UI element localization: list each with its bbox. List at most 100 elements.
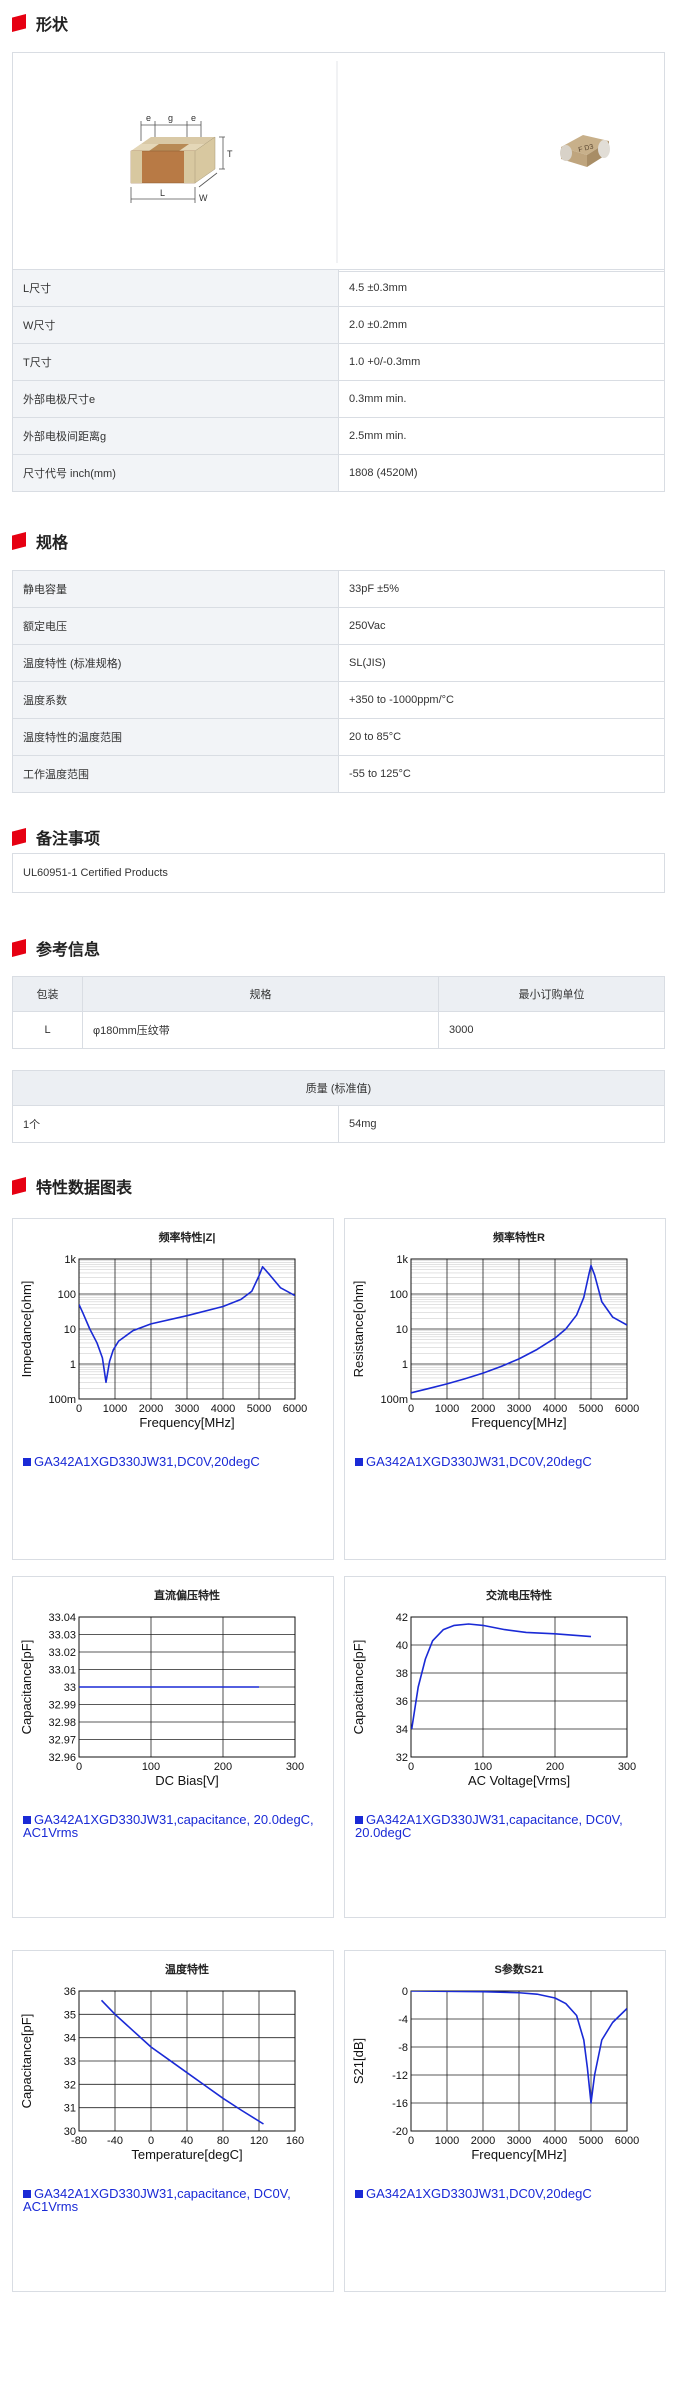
y-tick-label: 34 [64,2033,76,2045]
y-tick-label: 31 [64,2103,76,2115]
y-tick-label: 30 [64,2126,76,2138]
dimension-row: T尺寸 1.0 +0/-0.3mm [12,343,665,381]
y-tick-label: 10 [64,1324,76,1336]
y-axis-label: Impedance[ohm] [19,1281,34,1378]
chart-panel: 频率特性R 0 1000 2000 3000 4000 5000 6000 100m 1 10 100… [344,1218,666,1560]
y-tick-label: 1k [396,1254,408,1266]
x-tick-label: 2000 [471,1403,495,1415]
y-axis-label: S21[dB] [351,2038,366,2084]
x-tick-label: 0 [408,2135,414,2147]
y-tick-label: 33.01 [48,1665,76,1677]
mass-header: 质量 (标准值) [12,1070,665,1106]
chart-legend: GA342A1XGD330JW31,DC0V,20degC [355,1455,655,1468]
dimension-value: 1.0 +0/-0.3mm [338,343,665,381]
chip-photo: F D3 [560,135,610,167]
legend-text: GA342A1XGD330JW31,capacitance, 20.0degC,… [23,1812,314,1840]
y-tick-label: 36 [64,1986,76,1998]
section-title: 规格 [36,535,69,552]
x-tick-label: 160 [286,2135,304,2147]
spec-key: 温度特性的温度范围 [12,718,339,756]
dimension-key: 外部电极间距离g [12,417,339,455]
section-title: 形状 [36,17,69,34]
spec-row: 额定电压 250Vac [12,607,665,645]
spec-row: 温度特性的温度范围 20 to 85°C [12,718,665,756]
y-tick-label: -8 [398,2042,408,2054]
x-tick-label: 100 [474,1761,492,1773]
dimension-key: 尺寸代号 inch(mm) [12,454,339,492]
series-line [411,1623,592,1730]
chart-title: 频率特性R [493,1230,545,1244]
y-axis-label: Capacitance[pF] [19,2014,34,2109]
dimension-row: 外部电极间距离g 2.5mm min. [12,417,665,455]
spec-header: 规格 [82,976,439,1012]
spec-key: 工作温度范围 [12,755,339,793]
y-tick-label: 32.97 [48,1735,76,1747]
y-tick-label: 42 [396,1612,408,1624]
y-tick-label: 33.04 [48,1612,76,1624]
dimension-value: 2.5mm min. [338,417,665,455]
chart-legend: GA342A1XGD330JW31,DC0V,20degC [355,2187,655,2200]
spec-value: 20 to 85°C [338,718,665,756]
dim-e-right: e [191,113,196,123]
spec-value: -55 to 125°C [338,755,665,793]
moq-cell: 3000 [438,1011,665,1049]
dimension-value: 2.0 ±0.2mm [338,306,665,344]
y-tick-label: 10 [396,1324,408,1336]
x-tick-label: 120 [250,2135,268,2147]
y-tick-label: 100 [58,1289,76,1301]
chart-legend: GA342A1XGD330JW31,capacitance, DC0V, 20.… [355,1813,655,1839]
section-header-remarks: 备注事项 [12,826,100,848]
y-tick-label: 1k [64,1254,76,1266]
moq-header: 最小订购单位 [438,976,665,1012]
chart-title: S参数S21 [495,1962,544,1976]
section-title: 参考信息 [36,942,101,959]
spec-value: +350 to -1000ppm/°C [338,681,665,719]
section-flag-icon [12,939,26,957]
spec-cell: φ180mm压纹带 [82,1011,439,1049]
y-axis-label: Resistance[ohm] [351,1281,366,1378]
x-tick-label: 1000 [435,1403,459,1415]
x-tick-label: 200 [546,1761,564,1773]
chart-title: 交流电压特性 [486,1588,552,1602]
y-tick-label: -20 [392,2126,408,2138]
dimension-row: L尺寸 4.5 ±0.3mm [12,269,665,307]
remarks-box: UL60951-1 Certified Products [12,853,665,893]
y-tick-label: 32.96 [48,1752,76,1764]
x-tick-label: 4000 [543,1403,567,1415]
mass-table: 质量 (标准值) 1个 54mg [12,1070,665,1143]
y-tick-label: 32 [64,2079,76,2091]
chart-svg: 交流电压特性 0 100 200 300 32 34 36 38 40 42 AC Voltage[V… [351,1588,636,1788]
y-tick-label: 33 [64,1682,76,1694]
mass-value-cell: 54mg [338,1105,665,1143]
dimension-key: T尺寸 [12,343,339,381]
y-tick-label: -12 [392,2070,408,2082]
x-axis-label: DC Bias[V] [155,1773,219,1788]
x-axis-label: Frequency[MHz] [471,2147,566,2162]
x-axis-label: Frequency[MHz] [471,1415,566,1430]
y-tick-label: 100m [380,1394,408,1406]
legend-text: GA342A1XGD330JW31,capacitance, DC0V, 20.… [355,1812,623,1840]
x-tick-label: 6000 [283,1403,307,1415]
dim-l: L [160,188,165,198]
spec-key: 温度系数 [12,681,339,719]
chart-panel: 频率特性|Z| 0 1000 2000 3000 4000 5000 6000 100m 1 10 1… [12,1218,334,1560]
x-tick-label: 3000 [507,2135,531,2147]
spec-key: 静电容量 [12,570,339,608]
section-header-shape: 形状 [12,12,68,34]
legend-text: GA342A1XGD330JW31,capacitance, DC0V, AC1… [23,2186,291,2214]
spec-row: 静电容量 33pF ±5% [12,570,665,608]
x-tick-label: 300 [286,1761,304,1773]
chart-legend: GA342A1XGD330JW31,capacitance, DC0V, AC1… [23,2187,323,2213]
y-tick-label: 40 [396,1640,408,1652]
dimensions-table: L尺寸 4.5 ±0.3mm W尺寸 2.0 ±0.2mm T尺寸 1.0 +0/-0.3… [12,269,665,492]
section-flag-icon [12,14,26,32]
chart-svg: 直流偏压特性 0 100 200 300 32.96 32.97 32.98 32.99 33 33… [19,1588,304,1788]
y-tick-label: 33.03 [48,1630,76,1642]
y-tick-label: 32 [396,1752,408,1764]
packaging-cell: L [12,1011,83,1049]
x-tick-label: 6000 [615,1403,639,1415]
x-tick-label: 5000 [579,2135,603,2147]
shape-image-box: e g e T L W F D3 [12,52,665,272]
y-axis-label: Capacitance[pF] [19,1640,34,1735]
chart-svg: 温度特性-80 -40 0 40 80 120 16030313233343536Tempe… [19,1962,304,2162]
